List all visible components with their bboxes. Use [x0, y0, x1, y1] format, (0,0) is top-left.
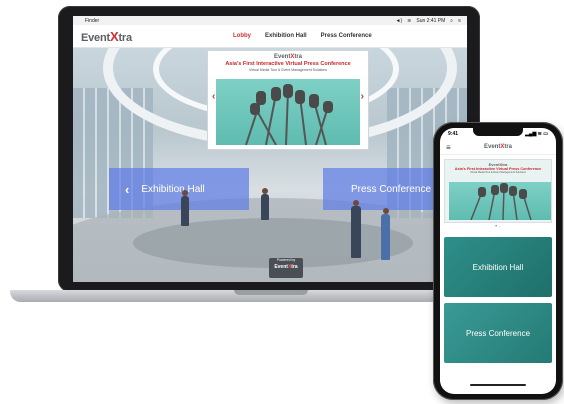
billboard-logo-text-1: Event — [273, 54, 291, 60]
billboard-subtitle: Virtual Media Tour & Event Management So… — [248, 68, 328, 72]
main-nav: Lobby Exhibition Hall Press Conference — [233, 33, 372, 39]
press-conference-billboard[interactable]: EventXtra Asia's First Interactive Virtu… — [207, 50, 369, 150]
visitor-figure — [381, 208, 390, 260]
billboard-title: Asia's First Interactive Virtual Press C… — [225, 61, 351, 67]
nav-exhibition-hall[interactable]: Exhibition Hall — [265, 33, 307, 39]
site-header: EventXtra Lobby Exhibition Hall Press Co… — [73, 25, 467, 48]
chevron-right-icon[interactable]: › — [361, 91, 364, 102]
phone-banner-subtitle: Virtual Media Tour & Event Management So… — [470, 171, 526, 174]
visitor-head — [382, 208, 389, 214]
mac-clock: Sun 2:41 PM — [416, 17, 446, 24]
laptop-screen: Finder ◄) ≋ Sun 2:41 PM ⌕ ≡ EventXtra Lo… — [73, 16, 467, 282]
visitor-head — [262, 188, 268, 194]
powered-logo-text-2: tra — [291, 264, 298, 270]
logo-text-1: Event — [81, 31, 110, 44]
exhibition-hall-label: Exhibition Hall — [141, 183, 205, 195]
mac-menu-bar: Finder ◄) ≋ Sun 2:41 PM ⌕ ≡ — [73, 16, 467, 25]
phone-home-indicator — [470, 384, 526, 386]
phone-card-exhibition-hall[interactable]: Exhibition Hall — [444, 237, 552, 297]
microphones-illustration — [245, 84, 333, 146]
wifi-icon[interactable]: ≋ — [407, 18, 411, 24]
visitor-head — [353, 200, 359, 206]
powered-by-logo: EventXtra — [269, 264, 303, 270]
powered-logo-text-1: Event — [274, 264, 288, 270]
phone-notch — [473, 128, 523, 136]
press-conference-label: Press Conference — [351, 183, 432, 195]
visitor-figure — [181, 190, 189, 226]
phone-screen: 9:41 ▂▄▆ ≋ ▭ ≡ EventXtra EventXtra Asia'… — [440, 128, 556, 394]
volume-icon[interactable]: ◄) — [396, 18, 403, 24]
phone-microphones-illustration — [470, 183, 532, 221]
visitor-figure — [261, 188, 269, 220]
nav-lobby[interactable]: Lobby — [233, 33, 251, 39]
brand-logo[interactable]: EventXtra — [81, 29, 132, 44]
hamburger-menu-icon[interactable]: ≡ — [446, 143, 451, 152]
virtual-lobby-scene: EventXtra Asia's First Interactive Virtu… — [73, 48, 467, 282]
billboard-logo-text-2: tra — [294, 54, 303, 60]
chevron-left-icon[interactable]: ‹ — [212, 91, 215, 102]
powered-by-badge: Powered by EventXtra — [269, 258, 303, 278]
mac-app-name[interactable]: Finder — [85, 18, 99, 24]
phone-microphones-image — [449, 182, 551, 221]
carousel-dots[interactable]: • · — [440, 223, 556, 231]
phone-logo-text-1: Event — [483, 144, 501, 150]
phone-press-banner[interactable]: EventXtra Asia's First Interactive Virtu… — [444, 159, 552, 223]
visitor-head — [182, 190, 188, 196]
menu-list-icon[interactable]: ≡ — [458, 18, 461, 24]
mac-status-area: ◄) ≋ Sun 2:41 PM ⌕ ≡ — [396, 18, 461, 24]
phone-brand-logo[interactable]: EventXtra — [440, 144, 556, 150]
chevron-left-icon: ‹ — [125, 181, 130, 197]
phone-signal-icons: ▂▄▆ ≋ ▭ — [525, 131, 548, 137]
phone-time: 9:41 — [448, 131, 459, 137]
phone-logo-text-2: tra — [504, 144, 513, 150]
logo-text-2: tra — [118, 31, 132, 44]
phone-header: ≡ EventXtra — [440, 140, 556, 155]
exhibition-hall-portal[interactable]: ‹ Exhibition Hall — [109, 168, 249, 210]
powered-by-text: Powered by — [276, 258, 296, 262]
visitor-figure — [351, 200, 361, 258]
billboard-logo: EventXtra — [208, 54, 368, 60]
laptop-trackpad-notch — [234, 290, 308, 295]
nav-press-conference[interactable]: Press Conference — [321, 33, 372, 39]
microphones-image — [216, 79, 360, 146]
phone-card-press-conference[interactable]: Press Conference — [444, 303, 552, 363]
search-icon[interactable]: ⌕ — [450, 18, 453, 24]
